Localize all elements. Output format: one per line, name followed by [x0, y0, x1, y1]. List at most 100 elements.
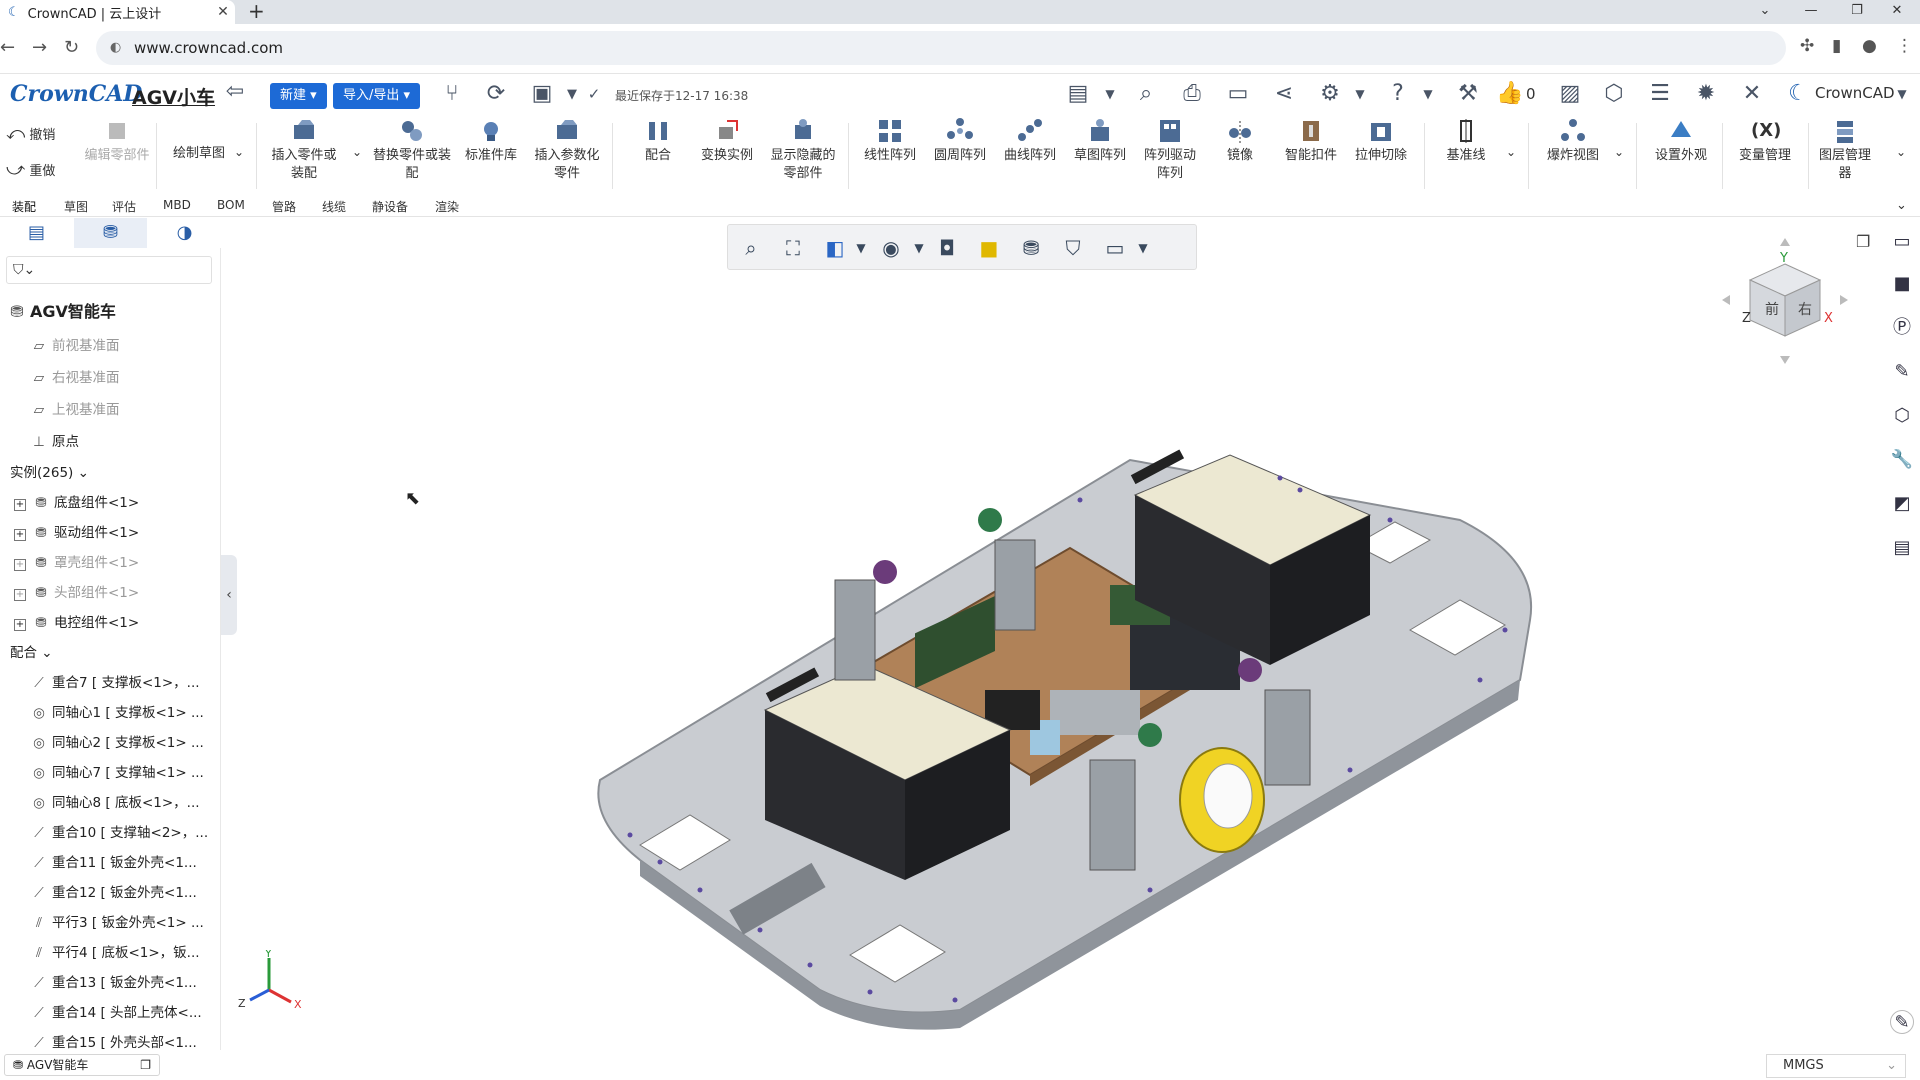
mate-item[interactable]: ◎ 同轴心2 [ 支撑板<1> ...: [30, 731, 204, 751]
3d-model-viewport[interactable]: [240, 280, 1880, 1040]
transform-instance-button[interactable]: 变换实例: [692, 117, 762, 165]
undo-button[interactable]: ⤺ 撤销: [6, 125, 76, 145]
instances-section[interactable]: 实例(265) ⌄: [10, 461, 89, 481]
document-title[interactable]: AGV小车: [132, 83, 215, 110]
selection-filter-icon[interactable]: ⛉: [1058, 233, 1088, 263]
insert-chevron-icon[interactable]: ⌄: [352, 145, 362, 159]
mate-item[interactable]: ⟋ 重合15 [ 外壳头部<1...: [30, 1031, 197, 1051]
layout-chevron-icon[interactable]: ▼: [1094, 87, 1126, 101]
views-chevron-icon[interactable]: ▼: [846, 233, 876, 263]
mate-item[interactable]: ⫽ 平行3 [ 钣金外壳<1> ...: [30, 911, 204, 931]
close-tab-icon[interactable]: ✕: [211, 4, 235, 20]
mate-item[interactable]: ◎ 同轴心7 [ 支撑轴<1> ...: [30, 761, 204, 781]
new-button[interactable]: 新建 ▾: [270, 83, 327, 109]
wrench-icon[interactable]: 🔧: [1890, 448, 1914, 472]
mate-item[interactable]: ⟋ 重合13 [ 钣金外壳<1...: [30, 971, 197, 991]
component-item[interactable]: + ⛃ 底盘组件<1>: [14, 491, 139, 511]
mate-item[interactable]: ⟋ 重合12 [ 钣金外壳<1...: [30, 881, 197, 901]
display-chevron-icon[interactable]: ▼: [1128, 233, 1158, 263]
user-logo-icon[interactable]: ☾: [1782, 81, 1814, 106]
ribbon-more-chevron-icon[interactable]: ⌄: [1896, 145, 1906, 159]
tab-assembly-tree-icon[interactable]: ⛃: [74, 218, 147, 248]
save-icon[interactable]: ▣: [526, 81, 558, 106]
smart-fastener-button[interactable]: 智能扣件: [1278, 117, 1344, 165]
user-label[interactable]: CrownCAD: [1815, 84, 1895, 102]
right-plane-item[interactable]: ▱ 右视基准面: [30, 366, 120, 386]
video-icon[interactable]: ■: [1890, 272, 1914, 296]
browser-tab[interactable]: ☾ CrownCAD | 云上设计 ✕: [0, 0, 235, 24]
origin-item[interactable]: ⊥ 原点: [30, 430, 79, 450]
assembly-icon[interactable]: ⚒: [1452, 81, 1484, 106]
section-view-icon[interactable]: ◘: [932, 233, 962, 263]
tab-appearance-icon[interactable]: ◑: [148, 218, 221, 248]
expand-icon[interactable]: +: [14, 559, 26, 571]
tab-render[interactable]: 渲染: [435, 198, 459, 215]
insert-param-part-button[interactable]: 插入参数化零件: [530, 117, 604, 183]
folder-icon[interactable]: ▭: [1890, 230, 1914, 254]
document-tab[interactable]: ⛃ AGV智能车 ❐: [4, 1054, 160, 1076]
parameter-icon[interactable]: Ⓟ: [1890, 316, 1914, 340]
expand-icon[interactable]: +: [14, 619, 26, 631]
edit-part-button[interactable]: 编辑零部件: [84, 117, 150, 165]
edit-note-icon[interactable]: ✎: [1890, 360, 1914, 384]
rotate-right-icon[interactable]: [1840, 295, 1848, 305]
mate-item[interactable]: ◎ 同轴心1 [ 支撑板<1> ...: [30, 701, 204, 721]
site-info-icon[interactable]: ◐: [110, 31, 121, 65]
top-plane-item[interactable]: ▱ 上视基准面: [30, 398, 120, 418]
doc-tab-restore-icon[interactable]: ❐: [140, 1055, 151, 1075]
forward-arrow-icon[interactable]: →: [32, 37, 47, 58]
help-chevron-icon[interactable]: ▼: [1412, 87, 1444, 101]
settings-chevron-icon[interactable]: ▼: [1344, 87, 1376, 101]
datum-chevron-icon[interactable]: ⌄: [1506, 145, 1516, 159]
new-tab-button[interactable]: +: [248, 0, 265, 24]
component-item[interactable]: + ⛃ 电控组件<1>: [14, 611, 139, 631]
layout-icon[interactable]: ▤: [1062, 81, 1094, 106]
appearance-button[interactable]: 设置外观: [1646, 117, 1716, 165]
layers-list-icon[interactable]: ☰: [1644, 81, 1676, 106]
notes-icon[interactable]: ▤: [1890, 536, 1914, 560]
window-close-button[interactable]: ✕: [1874, 0, 1920, 24]
expand-icon[interactable]: +: [14, 589, 26, 601]
back-to-list-icon[interactable]: ⇦: [219, 79, 251, 104]
feedback-icon[interactable]: ✎: [1890, 1010, 1914, 1034]
like-icon[interactable]: 👍: [1494, 81, 1526, 106]
show-hidden-button[interactable]: 显示隐藏的零部件: [768, 117, 838, 183]
rotate-down-icon[interactable]: [1780, 356, 1790, 364]
sun-icon[interactable]: ✹: [1690, 81, 1722, 106]
component-item[interactable]: + ⛃ 驱动组件<1>: [14, 521, 139, 541]
expand-icon[interactable]: +: [14, 499, 26, 511]
rotate-up-icon[interactable]: [1780, 238, 1790, 246]
sketch-pattern-button[interactable]: 草图阵列: [1068, 117, 1132, 165]
expand-icon[interactable]: +: [14, 529, 26, 541]
explode-chevron-icon[interactable]: ⌄: [1614, 145, 1624, 159]
circular-pattern-button[interactable]: 圆周阵列: [928, 117, 992, 165]
replace-part-button[interactable]: 替换零件或装配: [372, 117, 452, 183]
mate-item[interactable]: ⫽ 平行4 [ 底板<1>，钣...: [30, 941, 200, 961]
component-item[interactable]: + ⛃ 罩壳组件<1>: [14, 551, 139, 571]
image-icon[interactable]: ▨: [1554, 81, 1586, 106]
tab-cable[interactable]: 线缆: [322, 198, 346, 215]
datum-line-button[interactable]: 基准线: [1434, 117, 1498, 165]
mate-item[interactable]: ◎ 同轴心8 [ 底板<1>，...: [30, 791, 199, 811]
share-icon[interactable]: ⋖: [1268, 81, 1300, 106]
viewport-restore-icon[interactable]: ❐: [1856, 232, 1870, 251]
mate-button[interactable]: 配合: [628, 117, 688, 165]
collapse-icon[interactable]: ✕: [1736, 81, 1768, 106]
url-field[interactable]: ◐ www.crowncad.com: [96, 31, 1786, 65]
tab-evaluate[interactable]: 评估: [112, 198, 136, 215]
zoom-icon[interactable]: ⌕: [736, 233, 766, 263]
display-style-icon[interactable]: ■: [974, 233, 1004, 263]
back-arrow-icon[interactable]: ←: [0, 37, 15, 58]
pattern-driven-button[interactable]: 阵列驱动阵列: [1138, 117, 1202, 183]
rotate-left-icon[interactable]: [1722, 295, 1730, 305]
insert-part-button[interactable]: 插入零件或装配: [268, 117, 340, 183]
variables-button[interactable]: (X) 变量管理: [1730, 117, 1800, 165]
help-icon[interactable]: ?: [1382, 81, 1414, 106]
tree-root[interactable]: ⛃ AGV智能车: [8, 298, 116, 322]
ribbon-collapse-chevron-icon[interactable]: ⌄: [1896, 198, 1907, 213]
component-item[interactable]: + ⛃ 头部组件<1>: [14, 581, 139, 601]
mirror-button[interactable]: 镜像: [1208, 117, 1272, 165]
tree-filter-dropdown[interactable]: ⛉⌄: [6, 256, 212, 284]
print-icon[interactable]: ⎙: [1176, 81, 1208, 106]
front-plane-item[interactable]: ▱ 前视基准面: [30, 334, 120, 354]
